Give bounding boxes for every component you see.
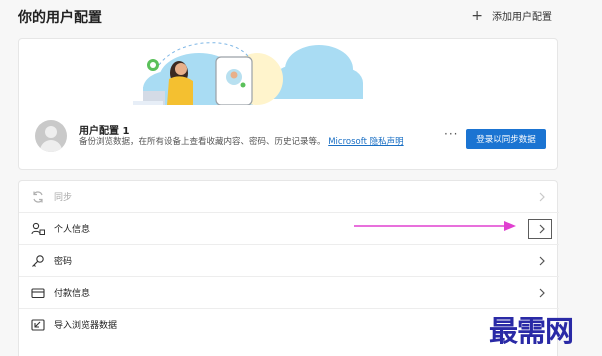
profile-description: 备份浏览数据，在所有设备上查看收藏内容、密码、历史记录等。 Microsoft … — [79, 136, 429, 149]
plus-icon: + — [471, 7, 483, 24]
more-options-button[interactable]: ··· — [444, 127, 458, 141]
sign-in-sync-button[interactable]: 登录以同步数据 — [466, 129, 546, 149]
chevron-right-icon — [539, 192, 545, 202]
key-icon — [32, 255, 44, 267]
privacy-link[interactable]: Microsoft 隐私声明 — [328, 137, 403, 147]
settings-item-payment-info[interactable]: 付款信息 — [19, 277, 559, 309]
chevron-right-icon — [539, 224, 545, 234]
settings-item-import-data[interactable]: 导入浏览器数据 — [19, 309, 559, 341]
settings-list: 同步 个人信息 密码 付款信息 导入浏览器数据 — [18, 180, 559, 356]
add-profile-label: 添加用户配置 — [492, 12, 552, 23]
settings-item-label: 密码 — [54, 257, 73, 267]
profile-row: 用户配置 1 备份浏览数据，在所有设备上查看收藏内容、密码、历史记录等。 Mic… — [19, 105, 557, 169]
profile-banner-illustration — [133, 42, 363, 105]
import-icon — [31, 319, 45, 331]
profile-description-text: 备份浏览数据，在所有设备上查看收藏内容、密码、历史记录等。 — [79, 137, 326, 147]
sync-icon — [33, 191, 43, 203]
credit-card-icon — [31, 288, 45, 299]
settings-item-passwords[interactable]: 密码 — [19, 245, 559, 277]
settings-item-label: 同步 — [54, 193, 73, 203]
chevron-right-icon — [539, 256, 545, 266]
avatar — [35, 120, 67, 152]
settings-item-label: 导入浏览器数据 — [54, 321, 118, 331]
profile-card: 用户配置 1 备份浏览数据，在所有设备上查看收藏内容、密码、历史记录等。 Mic… — [18, 38, 558, 170]
settings-item-label: 付款信息 — [54, 289, 91, 299]
profile-name: 用户配置 1 — [79, 126, 130, 137]
chevron-right-icon — [539, 288, 545, 298]
watermark-logo: 最需网 — [489, 314, 574, 348]
settings-item-label: 个人信息 — [54, 225, 91, 235]
add-profile-button[interactable]: + 添加用户配置 — [471, 7, 552, 24]
page-title: 你的用户配置 — [18, 10, 102, 26]
settings-item-sync[interactable]: 同步 — [19, 181, 559, 213]
personal-info-icon — [31, 222, 45, 235]
annotation-arrow — [354, 221, 516, 231]
